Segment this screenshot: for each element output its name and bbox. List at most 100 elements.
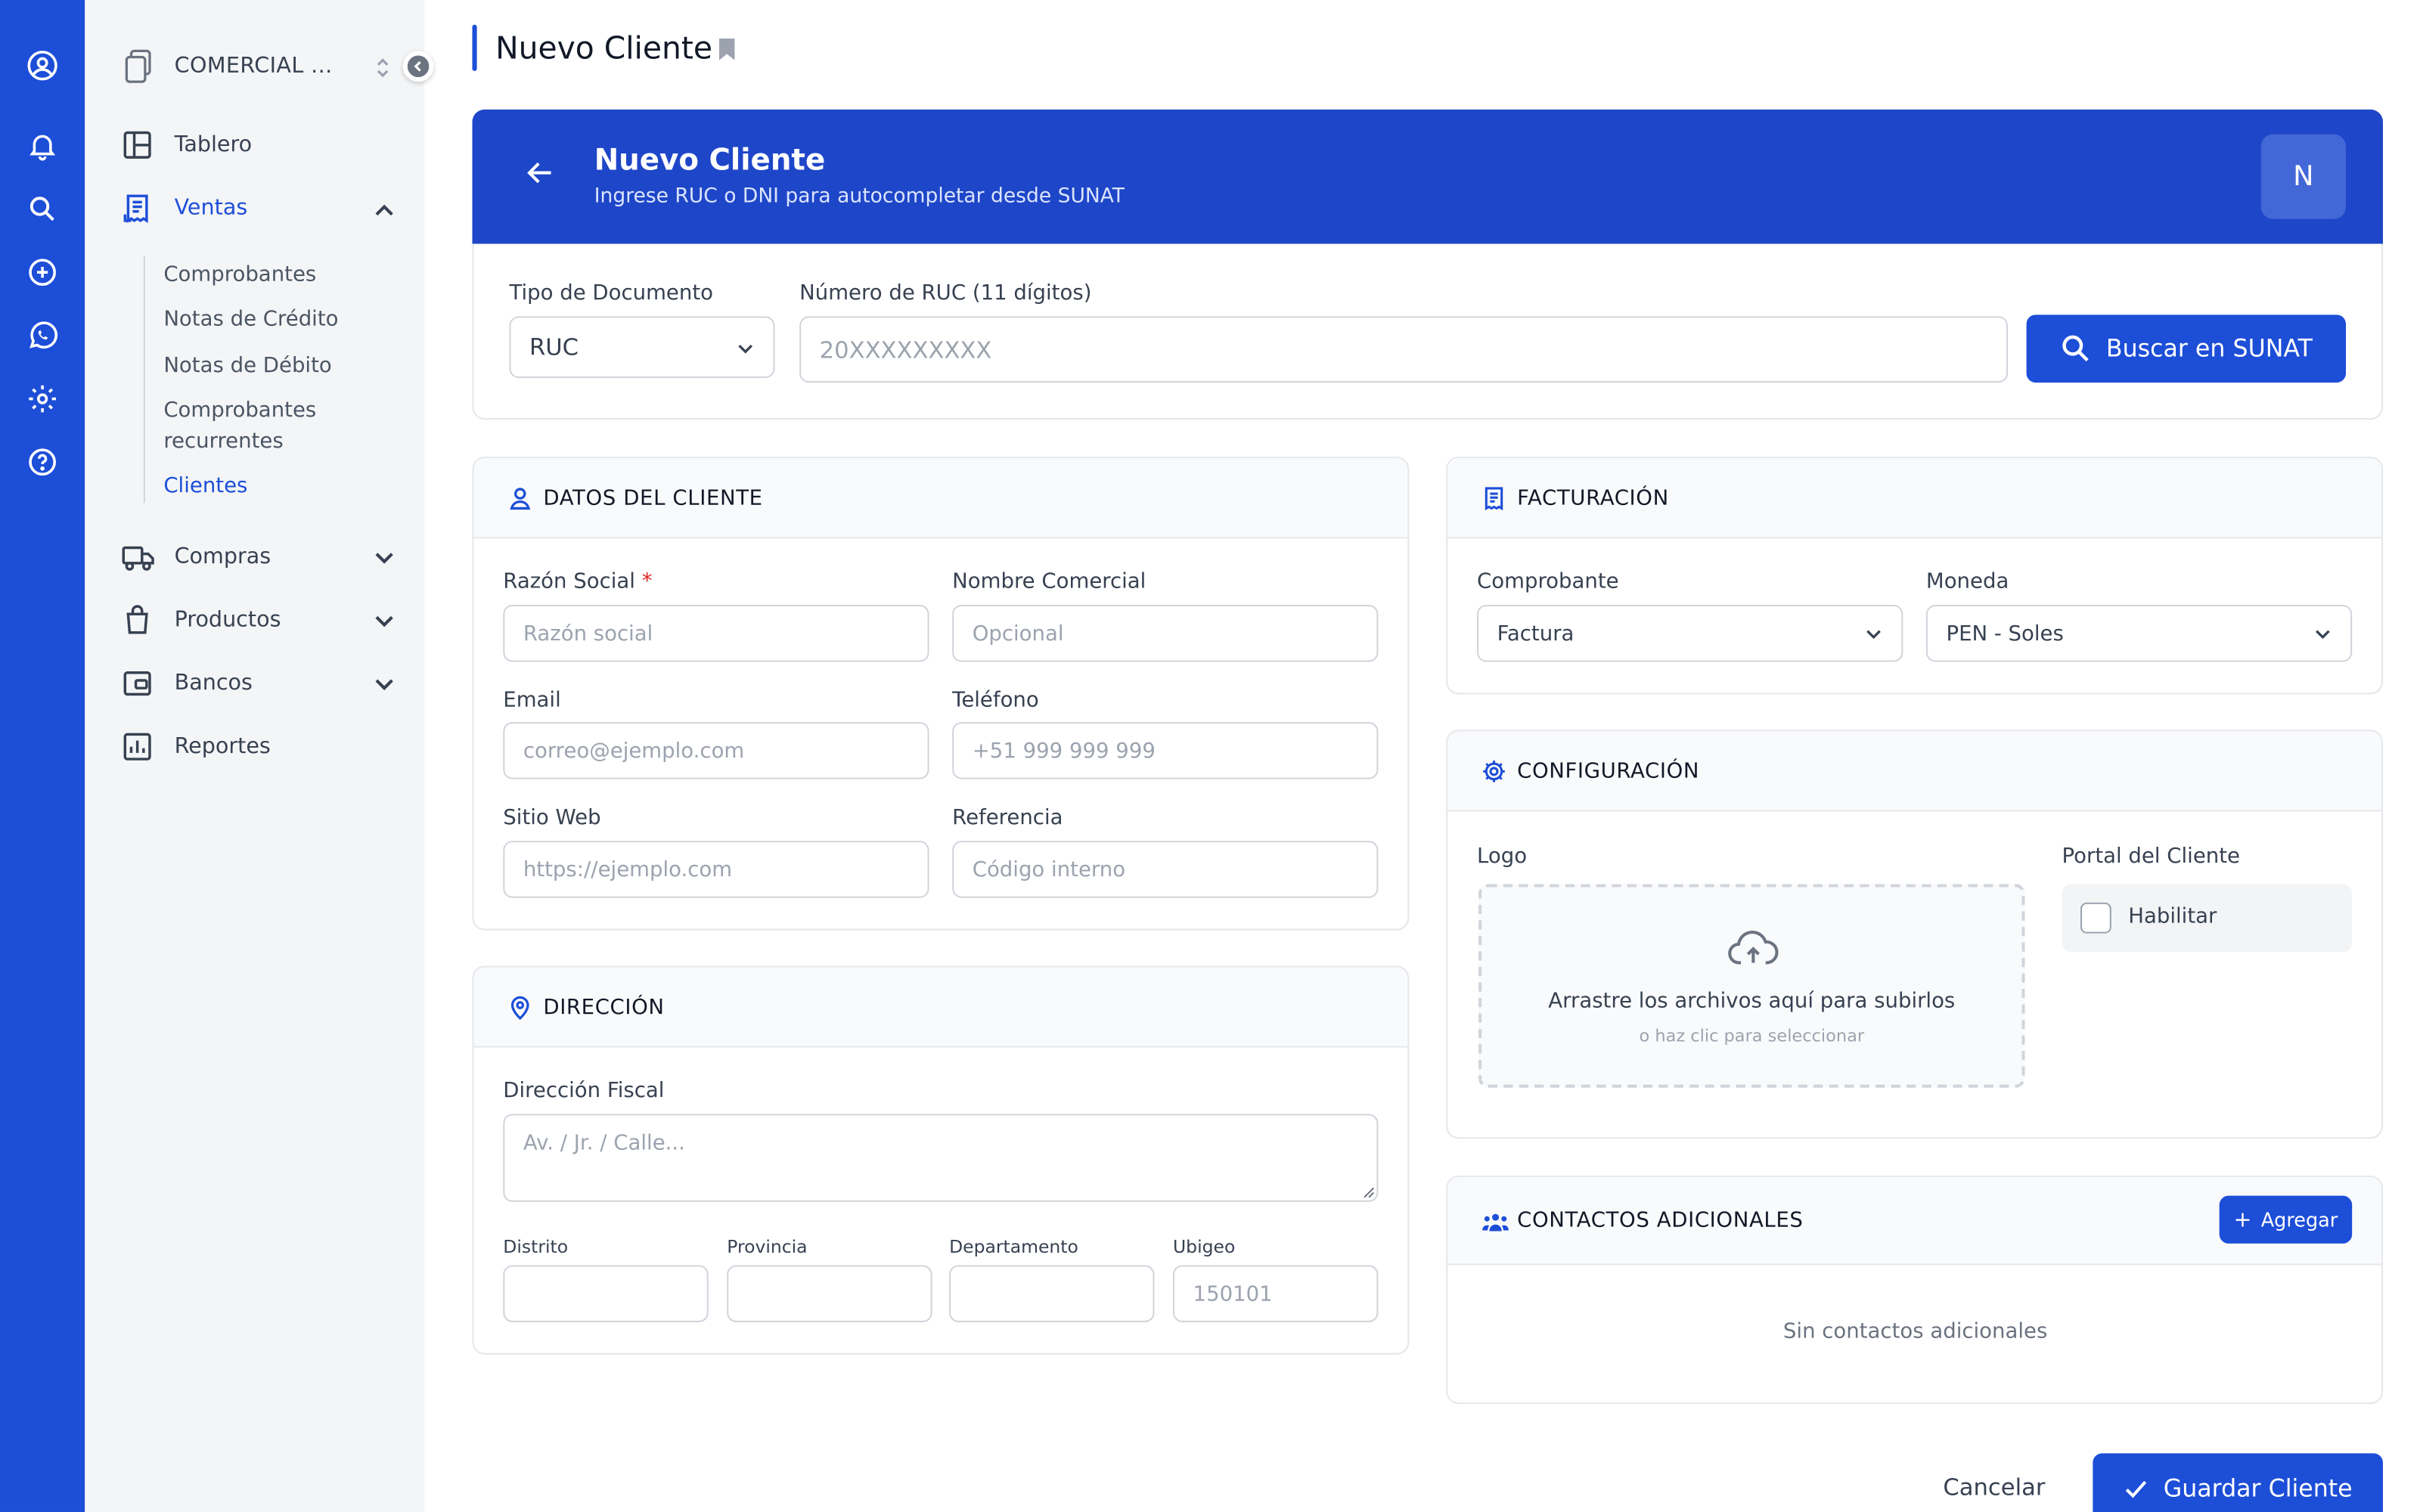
chevron-down-icon bbox=[738, 344, 753, 354]
config-header: CONFIGURACIÓN bbox=[1447, 731, 2381, 812]
email-input[interactable]: correo@ejemplo.com bbox=[503, 722, 929, 779]
search-icon bbox=[2062, 335, 2088, 362]
documents-icon bbox=[125, 49, 151, 83]
avatar: N bbox=[2260, 134, 2347, 219]
telefono-input[interactable]: +51 999 999 999 bbox=[952, 722, 1379, 779]
departamento-input[interactable] bbox=[949, 1265, 1155, 1322]
sidebar-subitem-notas-debito[interactable]: Notas de Débito bbox=[163, 352, 364, 382]
comprobante-select[interactable]: Factura bbox=[1477, 604, 1903, 662]
nombre-input[interactable]: Opcional bbox=[952, 604, 1379, 662]
ruc-input[interactable]: 20XXXXXXXXX bbox=[799, 316, 2009, 383]
icon-rail bbox=[0, 0, 85, 1512]
help-icon[interactable] bbox=[26, 446, 59, 479]
guardar-cliente-button[interactable]: Guardar Cliente bbox=[2093, 1453, 2383, 1512]
sidebar-subitem-clientes[interactable]: Clientes bbox=[163, 472, 364, 502]
doc-type-label: Tipo de Documento bbox=[509, 280, 714, 306]
plus-circle-icon[interactable] bbox=[26, 256, 59, 289]
sidebar-subitem-comprobantes[interactable]: Comprobantes bbox=[163, 261, 364, 291]
buscar-sunat-button[interactable]: Buscar en SUNAT bbox=[2026, 314, 2347, 383]
sidebar-subitem-comprobantes-recurrentes[interactable]: Comprobantes recurrentes bbox=[163, 396, 364, 457]
habilitar-label: Habilitar bbox=[2128, 903, 2217, 929]
required-mark: * bbox=[641, 569, 653, 594]
moneda-value: PEN - Soles bbox=[1946, 621, 2064, 646]
plus-icon: + bbox=[2233, 1207, 2252, 1232]
dashboard-icon bbox=[123, 131, 151, 159]
chevron-down-icon bbox=[375, 553, 393, 564]
chevron-updown-icon bbox=[377, 58, 389, 78]
company-selector[interactable]: COMERCIAL ... bbox=[122, 46, 408, 89]
title-accent bbox=[472, 24, 477, 71]
distrito-label: Distrito bbox=[503, 1235, 569, 1258]
sidebar-item-ventas[interactable]: Ventas bbox=[122, 190, 399, 227]
telefono-label: Teléfono bbox=[952, 688, 1039, 713]
whatsapp-icon[interactable] bbox=[26, 319, 59, 352]
doc-type-value: RUC bbox=[529, 333, 579, 361]
bookmark-icon[interactable] bbox=[718, 37, 736, 62]
nombre-label: Nombre Comercial bbox=[952, 569, 1146, 594]
chevron-down-icon bbox=[375, 679, 393, 691]
dropzone-text: Arrastre los archivos aquí para subirlos bbox=[1548, 989, 1956, 1014]
fiscal-label: Dirección Fiscal bbox=[503, 1078, 665, 1104]
submenu-line bbox=[143, 256, 145, 503]
config-title: CONFIGURACIÓN bbox=[1517, 759, 1700, 784]
truck-icon bbox=[122, 546, 154, 571]
receipt-icon bbox=[1485, 487, 1503, 511]
logo-label: Logo bbox=[1477, 844, 1528, 869]
habilitar-checkbox[interactable] bbox=[2080, 902, 2111, 934]
bar-chart-icon bbox=[123, 733, 151, 761]
collapse-sidebar-button[interactable] bbox=[402, 51, 434, 82]
provincia-input[interactable] bbox=[727, 1265, 932, 1322]
sidebar-item-reportes[interactable]: Reportes bbox=[122, 728, 399, 765]
receipt-icon bbox=[123, 194, 148, 224]
departamento-label: Departamento bbox=[949, 1235, 1078, 1258]
ref-input[interactable]: Código interno bbox=[952, 841, 1379, 898]
logo-dropzone[interactable]: Arrastre los archivos aquí para subirlos… bbox=[1478, 884, 2025, 1088]
contactos-title: CONTACTOS ADICIONALES bbox=[1517, 1207, 1804, 1233]
moneda-label: Moneda bbox=[1925, 569, 2009, 594]
ubigeo-input[interactable]: 150101 bbox=[1173, 1265, 1379, 1322]
distrito-input[interactable] bbox=[503, 1265, 709, 1322]
razon-label-text: Razón Social bbox=[503, 569, 635, 594]
search-icon[interactable] bbox=[26, 193, 59, 225]
sidebar-item-compras[interactable]: Compras bbox=[122, 538, 399, 575]
users-icon bbox=[1482, 1213, 1509, 1232]
wallet-icon bbox=[123, 671, 151, 696]
sidebar-item-label: Compras bbox=[174, 544, 271, 570]
chevron-down-icon bbox=[2316, 630, 2330, 640]
chevron-left-icon bbox=[407, 55, 430, 78]
moneda-select[interactable]: PEN - Soles bbox=[1925, 604, 2353, 662]
cliente-title: DATOS DEL CLIENTE bbox=[543, 485, 763, 511]
razon-input[interactable]: Razón social bbox=[503, 604, 929, 662]
sidebar-item-productos[interactable]: Productos bbox=[122, 602, 399, 639]
fiscal-textarea[interactable]: Av. / Jr. / Calle... bbox=[503, 1114, 1379, 1202]
user-circle-icon[interactable] bbox=[26, 49, 59, 82]
provincia-label: Provincia bbox=[727, 1235, 808, 1258]
shopping-bag-icon bbox=[126, 605, 148, 634]
sidebar-item-tablero[interactable]: Tablero bbox=[122, 126, 399, 163]
ubigeo-label: Ubigeo bbox=[1173, 1235, 1236, 1258]
cancel-button[interactable]: Cancelar bbox=[1943, 1473, 2045, 1501]
back-arrow-icon[interactable] bbox=[523, 156, 557, 190]
chevron-up-icon bbox=[375, 204, 393, 216]
gear-icon[interactable] bbox=[26, 383, 59, 415]
check-icon bbox=[2125, 1480, 2146, 1498]
comprobante-label: Comprobante bbox=[1477, 569, 1619, 594]
sidebar-item-label: Tablero bbox=[174, 132, 253, 158]
facturacion-title: FACTURACIÓN bbox=[1517, 485, 1669, 511]
bell-icon[interactable] bbox=[26, 129, 59, 162]
sidebar-item-label: Bancos bbox=[174, 671, 253, 696]
portal-toggle[interactable]: Habilitar bbox=[2062, 884, 2353, 953]
portal-label: Portal del Cliente bbox=[2062, 844, 2240, 869]
sidebar-item-bancos[interactable]: Bancos bbox=[122, 665, 399, 702]
buscar-sunat-label: Buscar en SUNAT bbox=[2105, 334, 2313, 363]
web-input[interactable]: https://ejemplo.com bbox=[503, 841, 929, 898]
sidebar-item-label: Productos bbox=[174, 608, 281, 633]
resize-handle-icon[interactable] bbox=[1363, 1186, 1375, 1198]
doc-type-select[interactable]: RUC bbox=[509, 316, 775, 378]
sidebar-subitem-notas-credito[interactable]: Notas de Crédito bbox=[163, 305, 364, 336]
guardar-label: Guardar Cliente bbox=[2163, 1475, 2353, 1503]
web-label: Sitio Web bbox=[503, 805, 601, 830]
dropzone-subtext: o haz clic para seleccionar bbox=[1639, 1026, 1865, 1046]
agregar-contacto-button[interactable]: + Agregar bbox=[2219, 1195, 2353, 1244]
cloud-upload-icon bbox=[1728, 931, 1779, 965]
